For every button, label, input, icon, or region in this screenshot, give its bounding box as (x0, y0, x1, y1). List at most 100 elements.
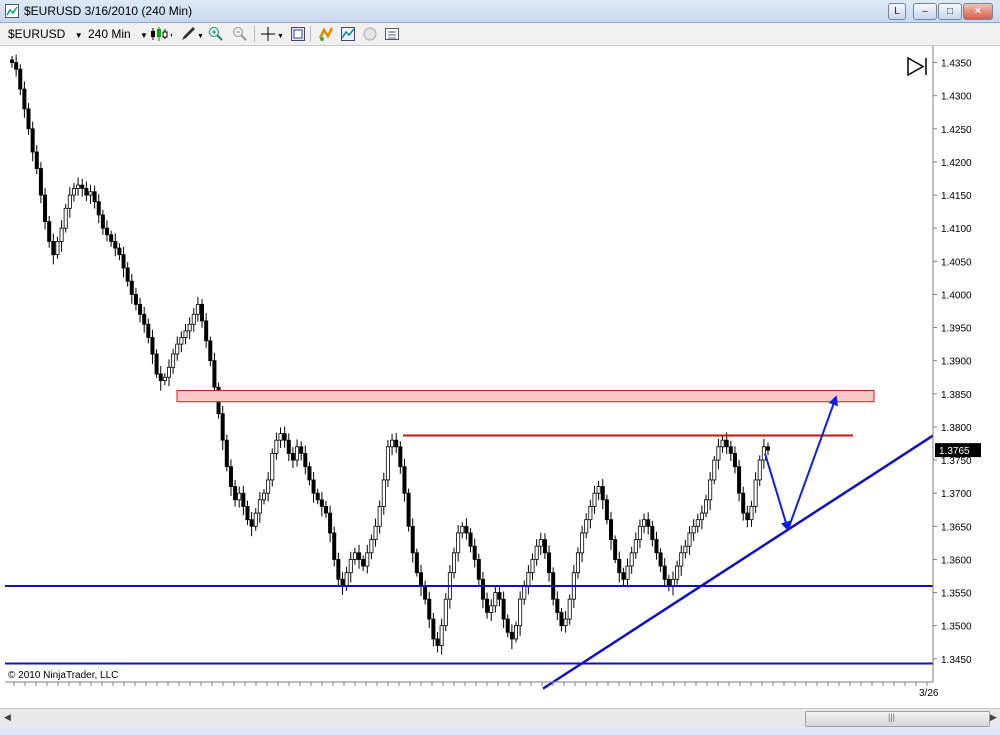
scroll-right-arrow-icon[interactable]: ▶ (990, 712, 997, 723)
strategy-icon[interactable] (318, 26, 334, 42)
candle-down (547, 552, 552, 574)
candle-up (71, 188, 76, 196)
zoom-in-icon[interactable] (208, 26, 224, 42)
instrument-label: $EURUSD (8, 27, 66, 41)
toolbar-separator (254, 26, 255, 42)
candle-up (753, 479, 758, 507)
candle-down (476, 559, 481, 580)
candle-down (402, 466, 407, 494)
candle-down (613, 539, 618, 560)
link-button[interactable]: L (888, 3, 906, 20)
candle-down (282, 433, 287, 441)
scroll-left-arrow-icon[interactable]: ◀ (4, 712, 11, 723)
candle-down (728, 446, 733, 454)
interval-label: 240 Min (88, 27, 131, 41)
toolbar-separator (310, 26, 311, 42)
properties-list-icon[interactable] (384, 26, 400, 42)
candle-down (737, 466, 742, 494)
candle-up (683, 545, 688, 554)
candle-up (237, 492, 242, 501)
candle-up (708, 479, 713, 501)
candle-down (22, 88, 27, 110)
candle-up (580, 532, 585, 554)
candle-down (9, 59, 14, 63)
candle-up (588, 506, 593, 521)
candle-down (290, 453, 295, 461)
y-tick-label: 1.3450 (941, 655, 972, 666)
candle-up (704, 499, 709, 514)
candle-down (559, 612, 564, 627)
candle-up (761, 446, 766, 461)
candle-down (323, 506, 328, 514)
candle-up (757, 459, 762, 481)
candle-down (732, 453, 737, 468)
candle-down (431, 618, 436, 640)
data-box-icon[interactable] (290, 26, 306, 42)
candle-up (637, 525, 642, 540)
resistance-zone (176, 390, 875, 403)
candle-down (241, 492, 246, 507)
candle-up (452, 552, 457, 574)
candle-down (766, 446, 771, 451)
candle-up (534, 545, 539, 560)
candle-down (105, 227, 110, 236)
candle-down (212, 360, 217, 388)
minimize-button[interactable]: – (913, 3, 937, 20)
scrollbar-thumb[interactable]: ||| (805, 711, 990, 727)
candle-down (662, 565, 667, 580)
y-tick-label: 1.3650 (941, 522, 972, 533)
candle-down (125, 267, 130, 282)
indicators-icon[interactable] (340, 26, 356, 42)
maximize-button[interactable]: □ (938, 3, 962, 20)
svg-text:▼: ▼ (277, 33, 282, 40)
y-tick-label: 1.3900 (941, 357, 972, 368)
candle-down (394, 439, 399, 448)
candle-down (228, 466, 233, 487)
candle-up (175, 343, 180, 355)
instrument-selector[interactable]: $EURUSD ▼ (8, 26, 83, 42)
candle-down (406, 492, 411, 527)
candle-up (67, 194, 72, 209)
candle-up (261, 492, 266, 501)
candle-down (92, 191, 97, 203)
y-tick-label: 1.3700 (941, 489, 972, 500)
candle-up (377, 506, 382, 527)
price-chart-panel[interactable]: 1.3765 1.4350 1.4300 1.4250 1.4200 1.4150 1.4… (0, 46, 1000, 710)
candle-down (117, 247, 122, 256)
price-chart[interactable]: 1.3765 1.43501.43001.42501.42001.41501.4… (0, 46, 1000, 710)
properties-circle-icon[interactable] (362, 26, 378, 42)
zoom-out-icon[interactable] (232, 26, 248, 42)
close-button[interactable]: ✕ (963, 3, 993, 20)
candlestick-style-icon[interactable]: ▼ (150, 26, 172, 42)
candle-down (100, 214, 105, 229)
candle-up (518, 598, 523, 627)
draw-pen-icon[interactable]: ▼ (180, 26, 202, 42)
window-title: $EURUSD 3/16/2010 (240 Min) (24, 4, 193, 18)
candle-up (716, 446, 721, 461)
candle-down (224, 439, 229, 468)
candle-down (154, 353, 159, 375)
candle-down (96, 201, 101, 216)
candle-down (468, 532, 473, 547)
candle-up (439, 625, 444, 646)
candle-down (138, 303, 143, 315)
candle-up (381, 479, 386, 507)
candle-down (315, 492, 320, 501)
candle-down (336, 559, 341, 580)
candle-down (361, 559, 366, 567)
candle-down (617, 559, 622, 574)
interval-selector[interactable]: 240 Min ▼ (88, 26, 148, 42)
candle-down (200, 303, 205, 322)
candle-up (183, 330, 188, 338)
candle-up (55, 241, 60, 256)
horizontal-scrollbar[interactable]: ◀ ||| ▶ (0, 708, 1000, 728)
candle-down (245, 506, 250, 521)
candle-up (365, 552, 370, 567)
candle-up (712, 459, 717, 481)
chart-window-icon (5, 4, 19, 18)
candle-up (720, 439, 725, 448)
candle-up (691, 525, 696, 534)
candle-down (741, 492, 746, 514)
candle-up (59, 227, 64, 242)
crosshair-icon[interactable]: ▼ (260, 26, 282, 42)
